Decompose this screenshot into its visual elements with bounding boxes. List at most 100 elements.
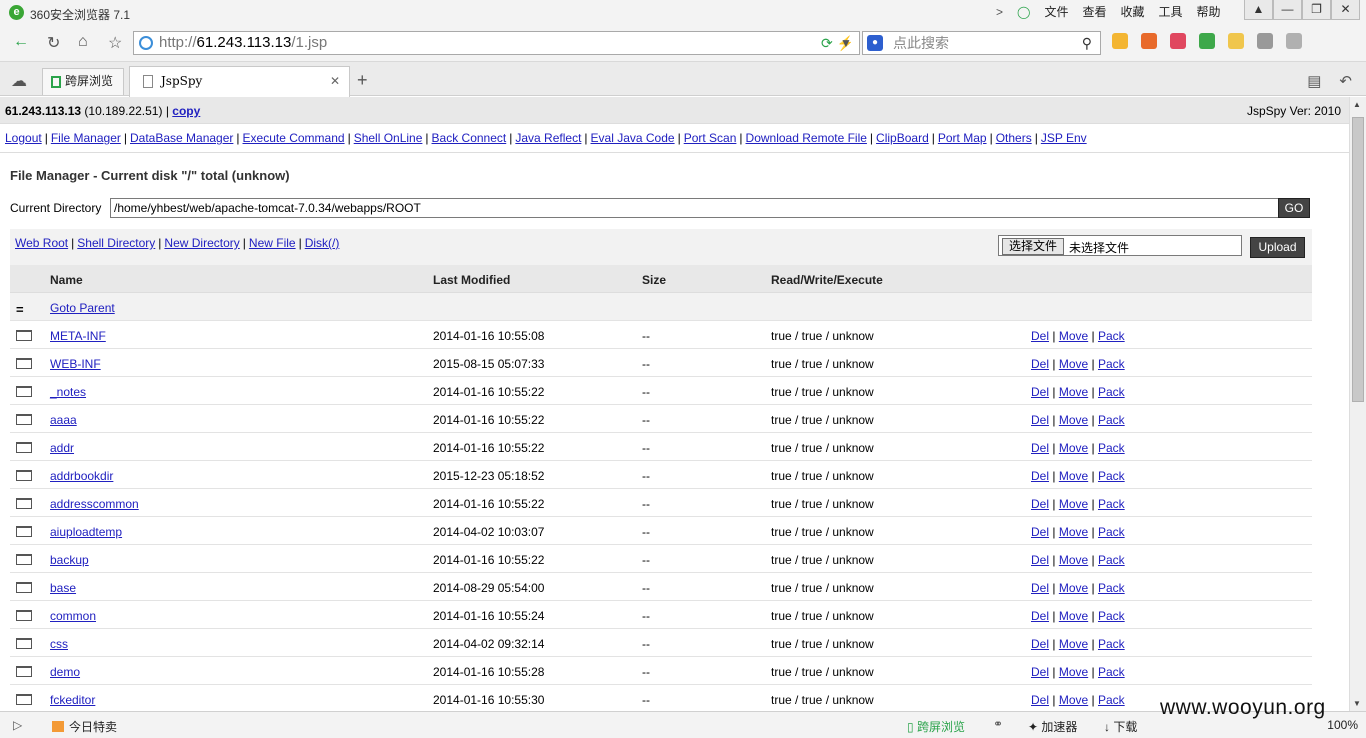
back-icon[interactable]: ← (13, 33, 29, 51)
scroll-up-icon[interactable]: ▲ (1353, 100, 1361, 109)
folder-link[interactable]: css (50, 637, 68, 651)
delete-link[interactable]: Del (1031, 581, 1049, 595)
apps-icon[interactable] (1112, 33, 1128, 49)
folder-link[interactable]: aiuploadtemp (50, 525, 122, 539)
tool-link-new-directory[interactable]: New Directory (164, 236, 239, 250)
delete-link[interactable]: Del (1031, 441, 1049, 455)
zoom-level[interactable]: 100% (1327, 718, 1358, 732)
delete-link[interactable]: Del (1031, 609, 1049, 623)
pack-link[interactable]: Pack (1098, 637, 1125, 651)
delete-link[interactable]: Del (1031, 665, 1049, 679)
delete-link[interactable]: Del (1031, 553, 1049, 567)
move-link[interactable]: Move (1059, 581, 1088, 595)
tool-link-new-file[interactable]: New File (249, 236, 296, 250)
pack-link[interactable]: Pack (1098, 581, 1125, 595)
choose-file-button[interactable]: 选择文件 (1002, 238, 1064, 255)
move-link[interactable]: Move (1059, 413, 1088, 427)
pack-link[interactable]: Pack (1098, 525, 1125, 539)
chevron-right-icon[interactable]: > (996, 5, 1003, 19)
new-tab-button[interactable]: + (357, 70, 368, 91)
menu-tools[interactable]: 工具 (1159, 3, 1183, 20)
go-button[interactable]: GO (1278, 198, 1310, 218)
plugin-icon[interactable] (1228, 33, 1244, 49)
move-link[interactable]: Move (1059, 553, 1088, 567)
tab-jspspy[interactable]: JspSpy ✕ (129, 66, 350, 97)
folder-link[interactable]: fckeditor (50, 693, 95, 707)
chevron-down-icon[interactable]: ▼ (840, 36, 852, 50)
maximize-button[interactable]: ❐ (1302, 0, 1331, 20)
shield-icon[interactable] (1199, 33, 1215, 49)
move-link[interactable]: Move (1059, 693, 1088, 707)
folder-link[interactable]: common (50, 609, 96, 623)
pack-link[interactable]: Pack (1098, 553, 1125, 567)
nav-link-java-reflect[interactable]: Java Reflect (515, 131, 581, 145)
file-input[interactable]: 选择文件 未选择文件 (998, 235, 1242, 256)
tool-link-shell-directory[interactable]: Shell Directory (77, 236, 155, 250)
move-link[interactable]: Move (1059, 329, 1088, 343)
menu-view[interactable]: 查看 (1082, 3, 1106, 20)
skin-icon[interactable]: ▲ (1244, 0, 1273, 20)
nav-link-jsp-env[interactable]: JSP Env (1041, 131, 1087, 145)
home-icon[interactable]: ⌂ (78, 33, 88, 51)
delete-link[interactable]: Del (1031, 497, 1049, 511)
search-engine-icon[interactable]: ● (867, 35, 883, 51)
minimize-button[interactable]: — (1273, 0, 1302, 20)
move-link[interactable]: Move (1059, 385, 1088, 399)
goto-parent-link[interactable]: Goto Parent (50, 301, 115, 315)
vertical-scrollbar[interactable]: ▲ ▼ (1349, 97, 1366, 711)
scroll-thumb[interactable] (1352, 117, 1364, 402)
nav-link-back-connect[interactable]: Back Connect (432, 131, 507, 145)
pack-link[interactable]: Pack (1098, 665, 1125, 679)
tool-link-disk-[interactable]: Disk(/) (305, 236, 340, 250)
accelerator[interactable]: ✦ 加速器 (1028, 718, 1077, 735)
user-icon[interactable]: ◯ (1017, 5, 1030, 19)
close-button[interactable]: ✕ (1331, 0, 1360, 20)
nav-link-execute-command[interactable]: Execute Command (243, 131, 345, 145)
folder-link[interactable]: addrbookdir (50, 469, 113, 483)
upload-button[interactable]: Upload (1250, 237, 1305, 258)
download[interactable]: ↓ 下载 (1104, 718, 1137, 735)
search-icon[interactable]: ⚲ (1082, 32, 1092, 54)
nav-link-eval-java-code[interactable]: Eval Java Code (591, 131, 675, 145)
move-link[interactable]: Move (1059, 637, 1088, 651)
tab-split-browse[interactable]: 跨屏浏览 (42, 68, 124, 95)
move-link[interactable]: Move (1059, 609, 1088, 623)
nav-link-database-manager[interactable]: DataBase Manager (130, 131, 233, 145)
menu-help[interactable]: 帮助 (1197, 3, 1221, 20)
move-link[interactable]: Move (1059, 469, 1088, 483)
move-link[interactable]: Move (1059, 665, 1088, 679)
menu-icon[interactable] (1286, 33, 1302, 49)
pack-link[interactable]: Pack (1098, 357, 1125, 371)
pack-link[interactable]: Pack (1098, 693, 1125, 707)
nav-link-logout[interactable]: Logout (5, 131, 42, 145)
pack-link[interactable]: Pack (1098, 329, 1125, 343)
copy-link[interactable]: copy (172, 104, 200, 118)
folder-link[interactable]: _notes (50, 385, 86, 399)
move-link[interactable]: Move (1059, 441, 1088, 455)
menu-favorites[interactable]: 收藏 (1120, 3, 1144, 20)
folder-link[interactable]: addresscommon (50, 497, 139, 511)
folder-link[interactable]: WEB-INF (50, 357, 101, 371)
screenshot-icon[interactable] (1257, 33, 1273, 49)
refresh-icon[interactable]: ↻ (47, 33, 60, 53)
delete-link[interactable]: Del (1031, 525, 1049, 539)
nav-link-shell-online[interactable]: Shell OnLine (354, 131, 423, 145)
folder-link[interactable]: demo (50, 665, 80, 679)
pack-link[interactable]: Pack (1098, 609, 1125, 623)
pack-link[interactable]: Pack (1098, 441, 1125, 455)
tab-list-icon[interactable]: ▤ (1307, 72, 1321, 90)
delete-link[interactable]: Del (1031, 357, 1049, 371)
split-browse-status[interactable]: ▯ 跨屏浏览 (907, 718, 965, 735)
cloud-icon[interactable]: ☁ (11, 71, 27, 91)
move-link[interactable]: Move (1059, 525, 1088, 539)
pack-link[interactable]: Pack (1098, 469, 1125, 483)
url-input[interactable]: http://61.243.113.13/1.jsp ⟳ ⚡ (133, 31, 860, 55)
current-directory-input[interactable]: /home/yhbest/web/apache-tomcat-7.0.34/we… (110, 198, 1278, 218)
folder-link[interactable]: addr (50, 441, 74, 455)
move-link[interactable]: Move (1059, 357, 1088, 371)
search-input[interactable]: ● 点此搜索 ⚲ (862, 31, 1101, 55)
star-icon[interactable]: ☆ (108, 33, 122, 53)
folder-link[interactable]: aaaa (50, 413, 77, 427)
bookmark-icon[interactable] (1170, 33, 1186, 49)
nav-link-others[interactable]: Others (996, 131, 1032, 145)
